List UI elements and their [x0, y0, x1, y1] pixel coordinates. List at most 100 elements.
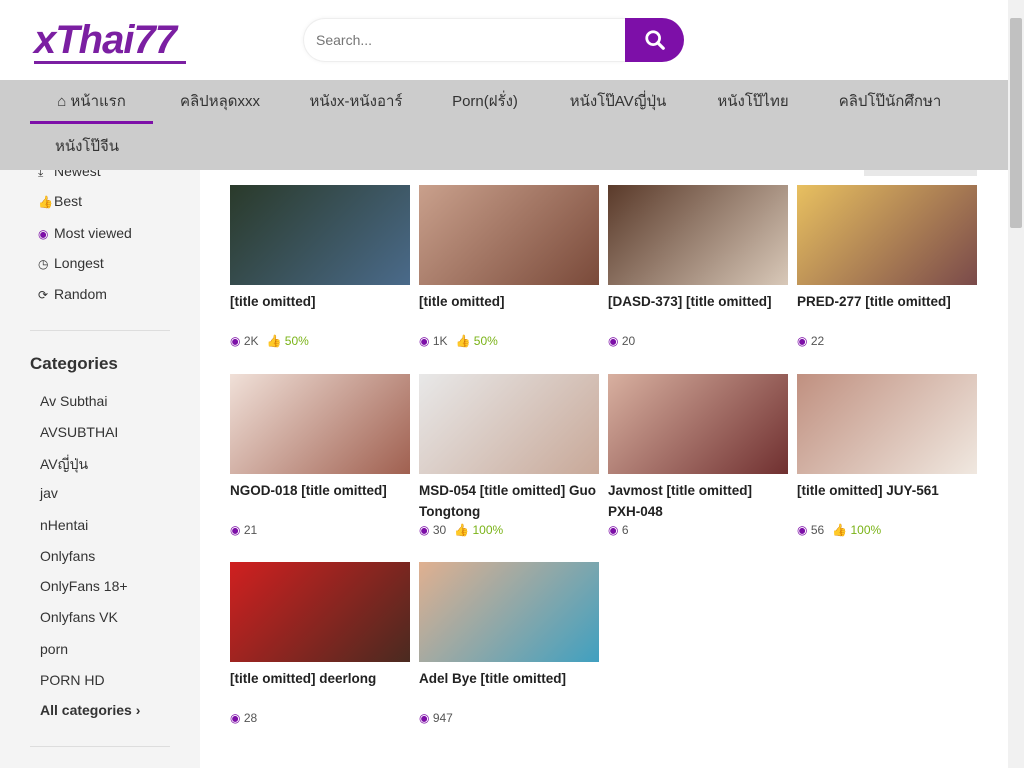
video-card[interactable]: Javmost [title omitted] PXH-048 ◉ 6 — [608, 374, 788, 537]
category-link[interactable]: jav — [40, 485, 58, 501]
view-count: 2K — [243, 334, 259, 348]
thumbs-up-icon: 👍 — [832, 523, 851, 537]
view-count: 30 — [432, 523, 447, 537]
rating: 50% — [473, 334, 498, 348]
rating: 100% — [472, 523, 504, 537]
chevron-right-icon: › — [135, 702, 141, 718]
eye-icon: ◉ — [230, 334, 241, 348]
video-thumbnail[interactable] — [419, 185, 599, 285]
video-meta: ◉ 6 — [608, 523, 788, 537]
rating: 50% — [284, 334, 309, 348]
nav-item[interactable]: Porn(ฝรั่ง) — [440, 80, 530, 124]
nav-item-home[interactable]: ⌂ หน้าแรก — [30, 80, 153, 124]
video-card[interactable]: Adel Bye [title omitted] ◉ 947 — [419, 562, 599, 725]
divider — [30, 746, 170, 747]
divider — [30, 330, 170, 331]
video-thumbnail[interactable] — [797, 185, 977, 285]
view-count: 28 — [243, 711, 258, 725]
nav-item[interactable]: หนังโป๊AVญี่ปุ่น — [560, 80, 676, 124]
video-meta: ◉ 30 👍 100% — [419, 523, 599, 537]
view-count: 22 — [810, 334, 825, 348]
refresh-icon: ⟳ — [38, 288, 49, 302]
view-count: 56 — [810, 523, 825, 537]
nav-item[interactable]: หนังโป๊ไทย — [705, 80, 801, 124]
all-categories-link[interactable]: All categories › — [40, 702, 140, 718]
eye-icon: ◉ — [419, 334, 430, 348]
video-title[interactable]: PRED-277 [title omitted] — [797, 291, 977, 333]
thumbs-up-icon: 👍 — [454, 523, 473, 537]
video-thumbnail[interactable] — [419, 562, 599, 662]
search-input[interactable] — [303, 18, 625, 62]
sort-random[interactable]: ⟳ Random — [38, 286, 107, 302]
category-link[interactable]: Onlyfans VK — [40, 609, 118, 625]
video-meta: ◉ 22 — [797, 334, 977, 348]
search-button[interactable] — [625, 18, 684, 62]
eye-icon: ◉ — [38, 227, 49, 241]
site-logo[interactable]: xThai77 — [34, 18, 177, 63]
view-count: 6 — [621, 523, 629, 537]
video-title[interactable]: [title omitted] JUY-561 — [797, 480, 977, 522]
category-link[interactable]: Onlyfans — [40, 548, 95, 564]
video-meta: ◉ 947 — [419, 711, 599, 725]
sort-longest[interactable]: ◷ Longest — [38, 255, 104, 271]
category-link[interactable]: nHentai — [40, 517, 88, 533]
nav-item[interactable]: คลิปหลุดxxx — [170, 80, 270, 124]
eye-icon: ◉ — [608, 523, 619, 537]
category-link[interactable]: Av Subthai — [40, 393, 107, 409]
video-thumbnail[interactable] — [230, 374, 410, 474]
video-title[interactable]: MSD-054 [title omitted] Guo Tongtong — [419, 480, 599, 522]
video-card[interactable]: [title omitted] JUY-561 ◉ 56 👍 100% — [797, 374, 977, 537]
thumbs-up-icon: 👍 — [266, 334, 285, 348]
video-thumbnail[interactable] — [230, 562, 410, 662]
category-link[interactable]: porn — [40, 641, 68, 657]
video-title[interactable]: Javmost [title omitted] PXH-048 — [608, 480, 788, 522]
category-link[interactable]: AVSUBTHAI — [40, 424, 118, 440]
video-thumbnail[interactable] — [797, 374, 977, 474]
video-title[interactable]: [title omitted] — [230, 291, 410, 333]
eye-icon: ◉ — [230, 523, 241, 537]
video-card[interactable]: PRED-277 [title omitted] ◉ 22 — [797, 185, 977, 348]
sort-tab[interactable] — [864, 170, 977, 176]
video-title[interactable]: [title omitted] deerlong — [230, 668, 410, 710]
video-meta: ◉ 1K 👍 50% — [419, 334, 599, 348]
nav-overlap — [0, 125, 1008, 170]
video-thumbnail[interactable] — [230, 185, 410, 285]
nav-item[interactable]: คลิปโป๊นักศึกษา — [830, 80, 950, 124]
video-title[interactable]: Adel Bye [title omitted] — [419, 668, 599, 710]
scrollbar[interactable] — [1008, 0, 1024, 768]
sort-best[interactable]: 👍Best — [38, 193, 82, 209]
view-count: 20 — [621, 334, 636, 348]
video-title[interactable]: [title omitted] — [419, 291, 599, 333]
video-card[interactable]: [title omitted] ◉ 1K 👍 50% — [419, 185, 599, 348]
view-count: 947 — [432, 711, 453, 725]
thumbs-up-icon: 👍 — [455, 334, 474, 348]
eye-icon: ◉ — [608, 334, 619, 348]
nav-item-chinese[interactable]: หนังโป๊จีน — [45, 125, 129, 169]
video-card[interactable]: MSD-054 [title omitted] Guo Tongtong ◉ 3… — [419, 374, 599, 537]
category-link[interactable]: AVญี่ปุ่น — [40, 454, 88, 476]
video-meta: ◉ 2K 👍 50% — [230, 334, 410, 348]
video-thumbnail[interactable] — [419, 374, 599, 474]
video-card[interactable]: [title omitted] ◉ 2K 👍 50% — [230, 185, 410, 348]
video-thumbnail[interactable] — [608, 374, 788, 474]
video-card[interactable]: [title omitted] deerlong ◉ 28 — [230, 562, 410, 725]
site-header: xThai77 — [0, 0, 1008, 80]
category-link[interactable]: PORN HD — [40, 672, 105, 688]
eye-icon: ◉ — [419, 711, 430, 725]
eye-icon: ◉ — [230, 711, 241, 725]
video-title[interactable]: [DASD-373] [title omitted] — [608, 291, 788, 333]
video-meta: ◉ 56 👍 100% — [797, 523, 977, 537]
video-thumbnail[interactable] — [608, 185, 788, 285]
home-icon: ⌂ — [57, 93, 71, 110]
logo-underline — [34, 61, 186, 64]
view-count: 21 — [243, 523, 258, 537]
video-meta: ◉ 21 — [230, 523, 410, 537]
video-title[interactable]: NGOD-018 [title omitted] — [230, 480, 410, 522]
nav-item[interactable]: หนังx-หนังอาร์ — [295, 80, 417, 124]
video-meta: ◉ 20 — [608, 334, 788, 348]
video-card[interactable]: [DASD-373] [title omitted] ◉ 20 — [608, 185, 788, 348]
sort-most-viewed[interactable]: ◉ Most viewed — [38, 225, 132, 241]
scrollbar-thumb[interactable] — [1010, 18, 1022, 228]
video-card[interactable]: NGOD-018 [title omitted] ◉ 21 — [230, 374, 410, 537]
category-link[interactable]: OnlyFans 18+ — [40, 578, 128, 594]
